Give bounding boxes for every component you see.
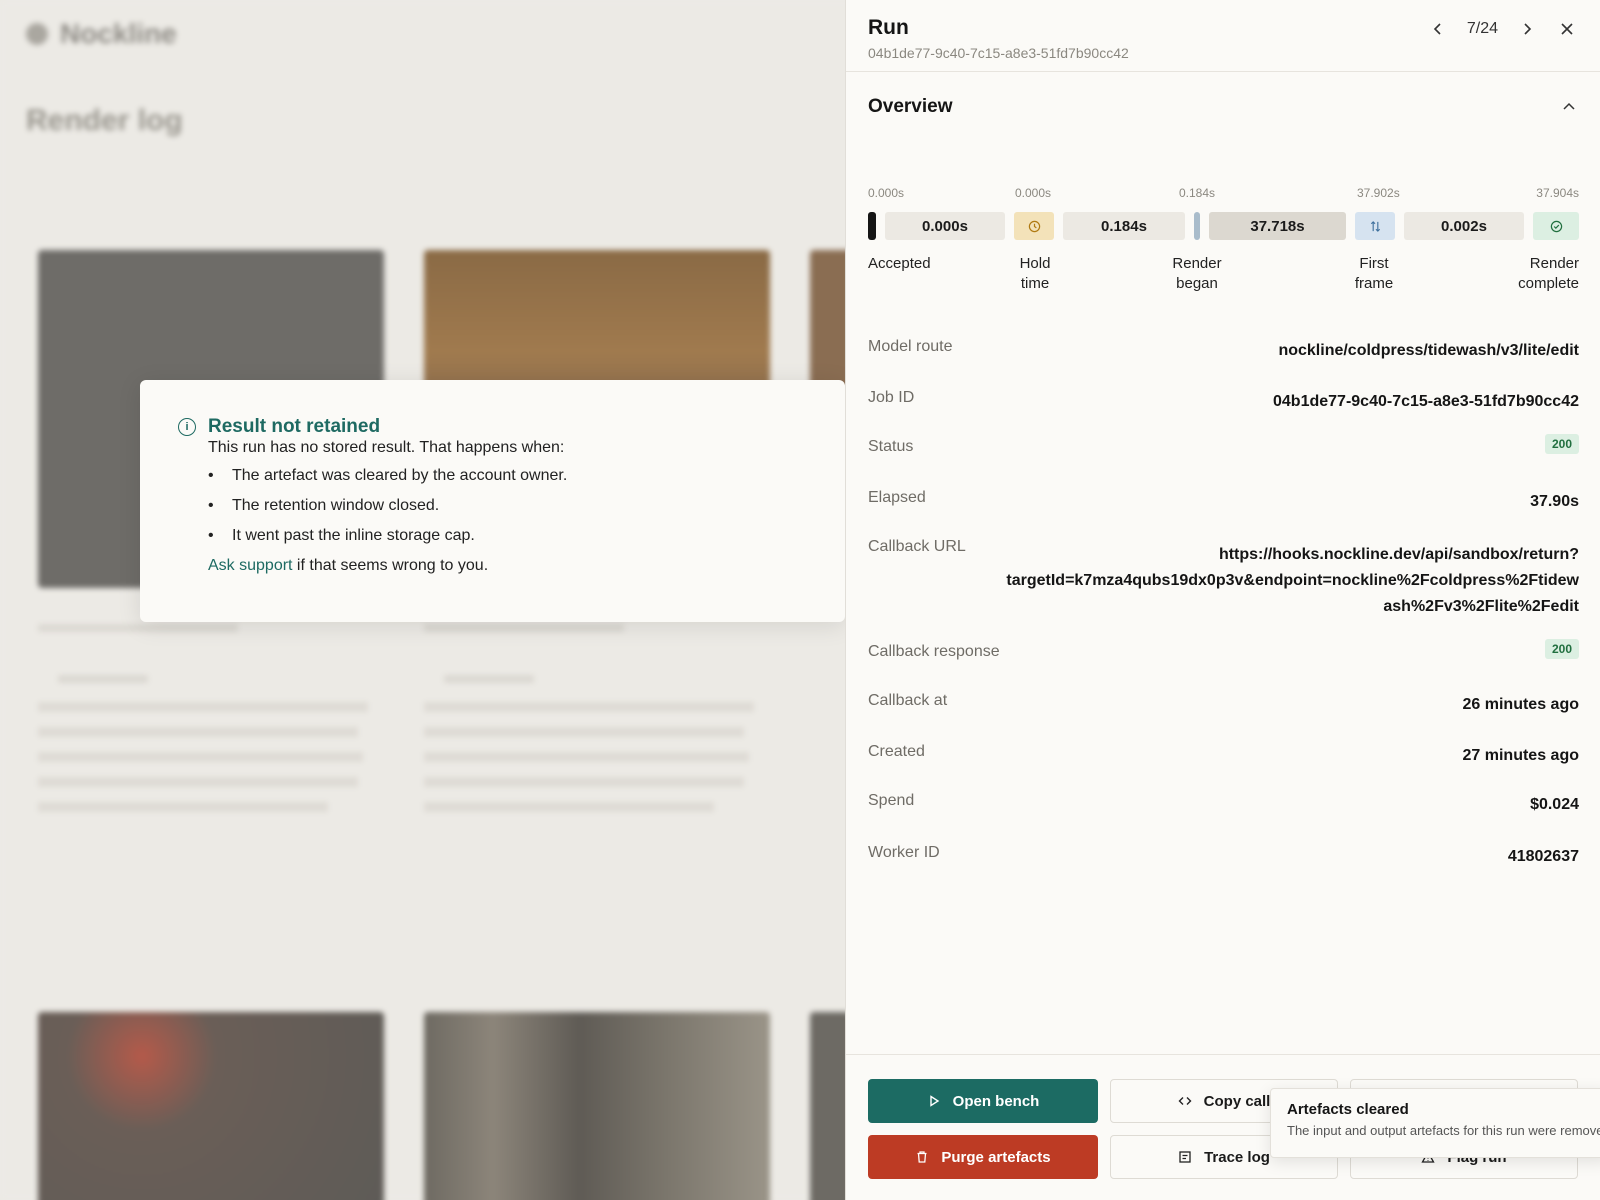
drawer-header: Run 04b1de77-9c40-7c15-a8e3-51fd7b90cc42…	[846, 0, 1600, 72]
open-bench-button[interactable]: Open bench	[868, 1079, 1098, 1123]
timeline-tick: 37.902s	[1357, 186, 1400, 200]
close-drawer-button[interactable]	[1556, 18, 1578, 40]
notice-title: Result not retained	[208, 416, 381, 437]
previous-run-button[interactable]	[1427, 18, 1449, 40]
run-id: 04b1de77-9c40-7c15-a8e3-51fd7b90cc42	[868, 45, 1129, 61]
detail-value: $0.024	[1530, 796, 1579, 813]
brand-logo: Nockline	[26, 18, 177, 50]
render-thumbnail	[38, 1012, 384, 1200]
check-circle-icon	[1550, 220, 1562, 232]
pager-position: 7/24	[1466, 20, 1498, 37]
detail-key: Callback at	[868, 692, 948, 709]
notice-reason: The artefact was cleared by the account …	[208, 465, 845, 495]
play-icon	[929, 1095, 939, 1107]
page-subtitle	[26, 146, 30, 162]
chevron-left-icon	[1433, 23, 1441, 35]
notice-footer-text: if that seems wrong to you.	[292, 557, 489, 574]
detail-row-spend: Spend $0.024	[868, 792, 1579, 844]
brand-mark-icon	[26, 23, 48, 45]
detail-value: 26 minutes ago	[1462, 696, 1579, 713]
notice-reason: It went past the inline storage cap.	[208, 525, 845, 555]
render-segment: 37.718s	[1209, 212, 1346, 240]
detail-key: Model route	[868, 338, 953, 355]
detail-key: Callback URL	[868, 538, 966, 555]
log-icon	[1179, 1151, 1191, 1163]
swap-vertical-icon	[1370, 220, 1380, 232]
detail-row-job-id: Job ID 04b1de77-9c40-7c15-a8e3-51fd7b90c…	[868, 389, 1579, 438]
timeline-tick: 0.000s	[1015, 186, 1052, 200]
next-run-button[interactable]	[1516, 18, 1538, 40]
notice-reasons: The artefact was cleared by the account …	[208, 465, 845, 555]
toast-body: The input and output artefacts for this …	[1287, 1123, 1600, 1138]
detail-value: 37.90s	[1530, 493, 1579, 510]
first-frame-marker	[1355, 212, 1395, 240]
result-not-retained-notice: i Result not retained This run has no st…	[140, 380, 845, 622]
timeline-label-render-complete: Render complete	[1518, 255, 1579, 292]
artefacts-cleared-toast: Artefacts cleared The input and output a…	[1270, 1088, 1600, 1158]
detail-value: nockline/coldpress/tidewash/v3/lite/edit	[1278, 342, 1579, 359]
purge-artefacts-button[interactable]: Purge artefacts	[868, 1135, 1098, 1179]
callback-status-badge: 200	[1544, 639, 1579, 659]
collapse-overview-button[interactable]	[1560, 98, 1578, 116]
detail-value: 27 minutes ago	[1462, 747, 1579, 764]
detail-key: Job ID	[868, 389, 915, 406]
timeline-tick: 0.000s	[868, 186, 905, 200]
hold-segment: 0.000s	[885, 212, 1005, 240]
close-icon	[1561, 23, 1573, 35]
callback-url-value[interactable]: https://hooks.nockline.dev/api/sandbox/r…	[1006, 542, 1579, 643]
detail-key: Callback response	[868, 643, 1000, 660]
detail-key: Worker ID	[868, 844, 940, 861]
queue-segment: 0.184s	[1063, 212, 1185, 240]
render-complete-marker	[1533, 212, 1579, 240]
run-timeline: 0.000s 0.000s 0.184s 37.902s 37.904s 0.0…	[868, 186, 1579, 296]
code-icon	[1178, 1097, 1192, 1105]
overview-heading: Overview	[868, 96, 953, 117]
detail-row-callback-at: Callback at 26 minutes ago	[868, 692, 1579, 743]
run-details: Model route nockline/coldpress/tidewash/…	[868, 338, 1579, 884]
detail-row-worker-id: Worker ID 41802637	[868, 844, 1579, 884]
detail-row-callback-response: Callback response 200	[868, 639, 1579, 692]
toast-title: Artefacts cleared	[1287, 1101, 1409, 1118]
render-thumbnail	[424, 1012, 770, 1200]
page-title: Render log	[26, 104, 183, 137]
chevron-up-icon	[1563, 102, 1575, 110]
notice-reason: The retention window closed.	[208, 495, 845, 525]
info-icon: i	[178, 418, 196, 436]
detail-row-status: Status 200	[868, 434, 1579, 489]
detail-key: Spend	[868, 792, 915, 809]
timeline-tick: 37.904s	[1536, 186, 1579, 200]
clock-icon	[1028, 220, 1040, 232]
timeline-label-render-began: Render began	[1172, 255, 1222, 292]
detail-value: 04b1de77-9c40-7c15-a8e3-51fd7b90cc42	[1273, 393, 1579, 410]
notice-intro: This run has no stored result. That happ…	[208, 439, 565, 456]
detail-row-elapsed: Elapsed 37.90s	[868, 489, 1579, 538]
trash-icon	[917, 1151, 927, 1163]
timeline-tick: 0.184s	[1179, 186, 1216, 200]
drawer-title: Run	[868, 16, 909, 39]
status-badge: 200	[1544, 434, 1579, 454]
detail-key: Elapsed	[868, 489, 926, 506]
render-began-marker	[1194, 212, 1200, 240]
detail-row-model-route: Model route nockline/coldpress/tidewash/…	[868, 338, 1579, 389]
detail-row-created: Created 27 minutes ago	[868, 743, 1579, 792]
run-drawer: Run 04b1de77-9c40-7c15-a8e3-51fd7b90cc42…	[845, 0, 1600, 1200]
hold-time-marker	[1014, 212, 1054, 240]
ask-support-link[interactable]: Ask support	[208, 557, 292, 574]
chevron-right-icon	[1524, 23, 1532, 35]
run-pager: 7/24	[1427, 18, 1578, 40]
detail-key: Status	[868, 438, 914, 455]
timeline-label-accepted: Accepted	[868, 255, 931, 272]
timeline-label-first-frame: First frame	[1354, 255, 1394, 292]
finish-segment: 0.002s	[1404, 212, 1524, 240]
brand-name: Nockline	[60, 18, 177, 49]
detail-key: Created	[868, 743, 925, 760]
detail-value: 41802637	[1507, 848, 1579, 865]
notice-footer: Ask support if that seems wrong to you.	[208, 557, 845, 575]
detail-row-callback-url: Callback URL https://hooks.nockline.dev/…	[868, 538, 1579, 643]
timeline-label-hold-time: Hold time	[1019, 255, 1051, 292]
accepted-marker	[868, 212, 876, 240]
